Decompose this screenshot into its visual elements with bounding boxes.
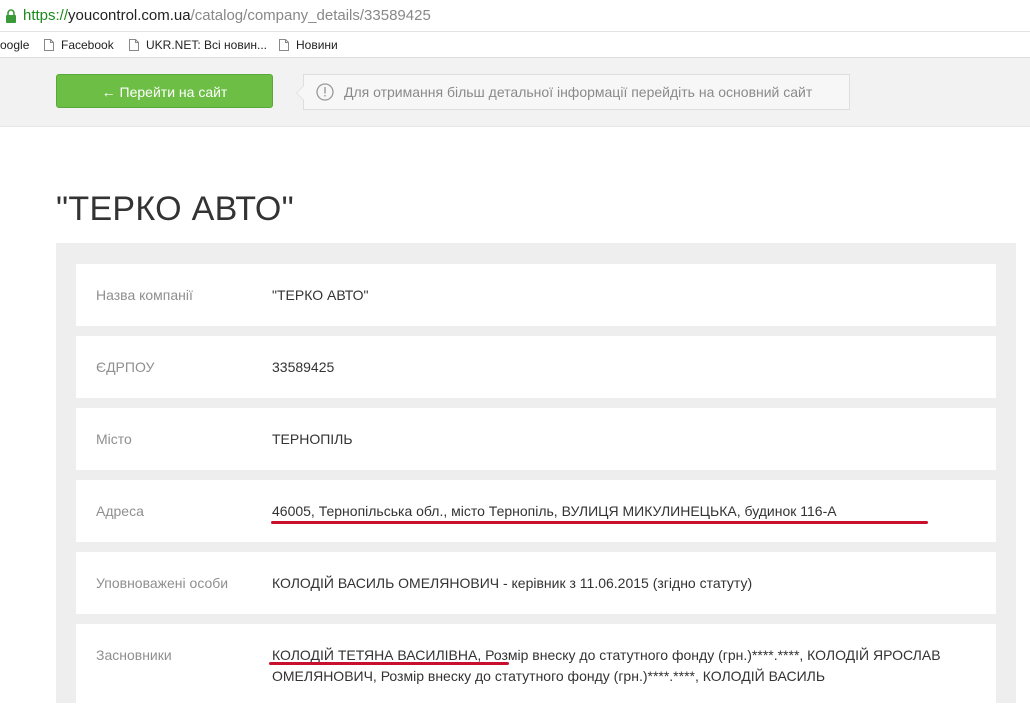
detail-row-founders: Засновники КОЛОДІЙ ТЕТЯНА ВАСИЛІВНА, Роз… [76, 624, 996, 704]
row-label: ЄДРПОУ [96, 359, 155, 375]
detail-row-city: Місто ТЕРНОПІЛЬ [76, 408, 996, 470]
row-label: Уповноважені особи [96, 575, 229, 591]
bookmark-label: UKR.NET: Всі новин... [146, 38, 268, 52]
info-text: Для отримання більш детальної інформації… [344, 84, 813, 100]
url-path: /catalog/company_details/33589425 [190, 7, 431, 24]
detail-row-address: Адреса 46005, Тернопільська обл., місто … [76, 480, 996, 542]
bookmark-novyny[interactable]: Новини [279, 36, 338, 54]
bookmark-google[interactable]: oogle [0, 36, 29, 54]
site-header: ← Перейти на сайт Для отримання більш де… [0, 58, 1030, 127]
page-icon [44, 39, 54, 51]
detail-row-name: Назва компанії "ТЕРКО АВТО" [76, 264, 996, 326]
exclamation-icon [316, 83, 334, 101]
red-underline-mark [271, 521, 928, 524]
url-host: youcontrol.com.ua [68, 7, 191, 24]
row-value: 33589425 [272, 359, 335, 375]
bookmark-label: oogle [0, 38, 30, 52]
page-icon [279, 39, 289, 51]
row-label: Засновники [96, 647, 172, 663]
detail-row-authorized: Уповноважені особи КОЛОДІЙ ВАСИЛЬ ОМЕЛЯН… [76, 552, 996, 614]
page-title: "ТЕРКО АВТО" [56, 190, 294, 228]
company-details-panel: Назва компанії "ТЕРКО АВТО" ЄДРПОУ 33589… [56, 243, 1016, 704]
bookmark-ukrnet[interactable]: UKR.NET: Всі новин... [129, 36, 267, 54]
address-bar[interactable]: https://youcontrol.com.ua/catalog/compan… [0, 0, 1030, 32]
bookmark-label: Новини [296, 38, 338, 52]
row-value: "ТЕРКО АВТО" [272, 287, 369, 303]
info-arrow-inner [297, 86, 304, 100]
detail-row-edrpou: ЄДРПОУ 33589425 [76, 336, 996, 398]
bookmarks-bar: oogle Facebook UKR.NET: Всі новин... Нов… [0, 32, 1030, 58]
row-value: КОЛОДІЙ ВАСИЛЬ ОМЕЛЯНОВИЧ - керівник з 1… [272, 575, 753, 591]
go-to-site-button[interactable]: ← Перейти на сайт [56, 74, 273, 108]
lock-icon [6, 9, 16, 23]
row-label: Місто [96, 431, 132, 447]
url-protocol: https:// [23, 7, 69, 24]
bookmark-label: Facebook [61, 38, 114, 52]
page-icon [129, 39, 139, 51]
row-value: ТЕРНОПІЛЬ [272, 431, 353, 447]
info-notice: Для отримання більш детальної інформації… [296, 74, 850, 110]
url-text[interactable]: https://youcontrol.com.ua/catalog/compan… [23, 7, 431, 24]
bookmark-facebook[interactable]: Facebook [44, 36, 114, 54]
row-label: Назва компанії [96, 287, 193, 303]
row-value: КОЛОДІЙ ТЕТЯНА ВАСИЛІВНА, Розмір внеску … [272, 647, 941, 684]
row-value: 46005, Тернопільська обл., місто Тернопі… [272, 503, 837, 519]
browser-chrome: https://youcontrol.com.ua/catalog/compan… [0, 0, 1030, 60]
row-label: Адреса [96, 503, 144, 519]
red-underline-mark [269, 662, 509, 665]
